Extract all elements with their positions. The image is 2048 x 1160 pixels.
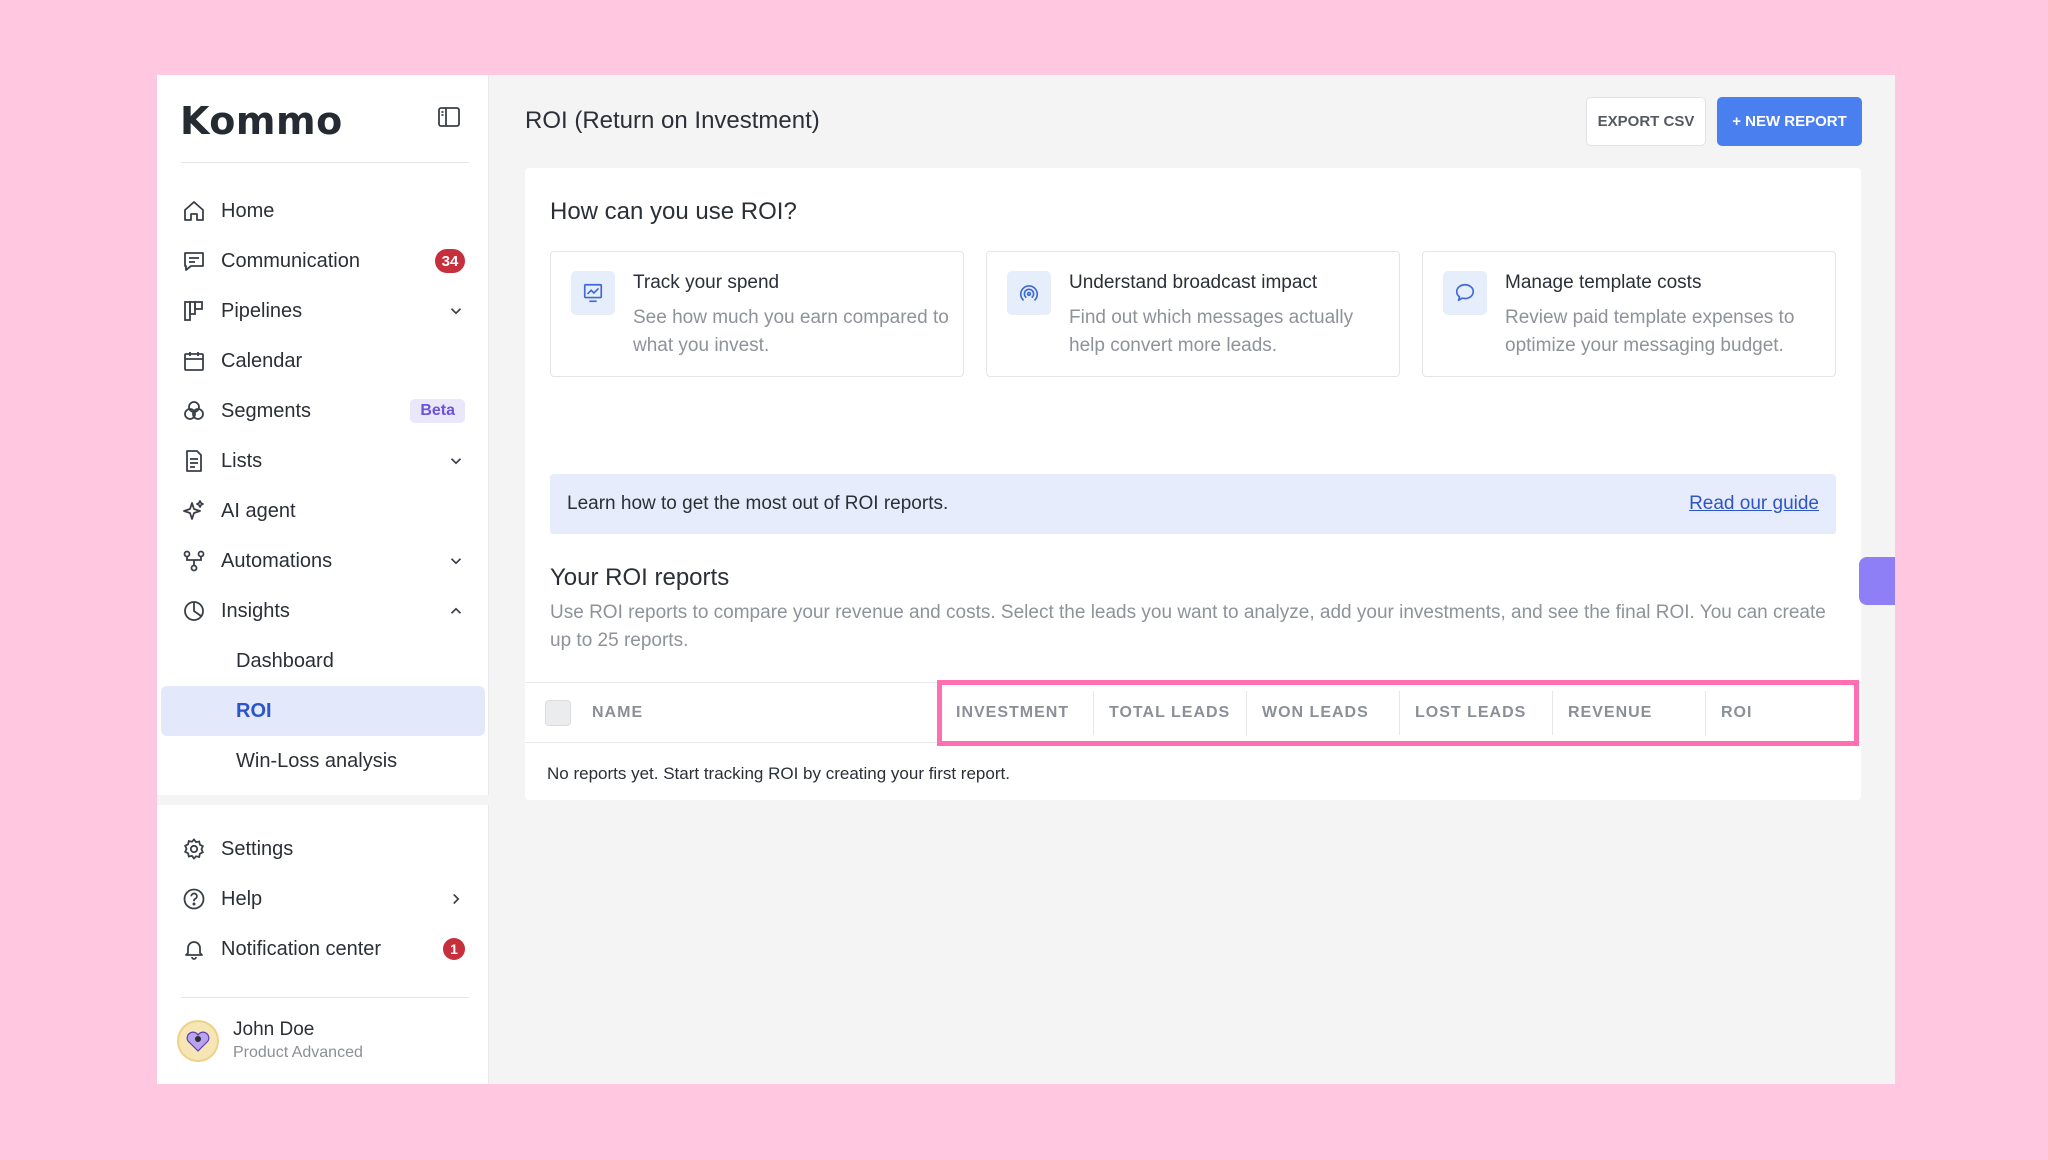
feature-card-track-spend: Track your spend See how much you earn c… xyxy=(550,251,964,377)
user-name: John Doe xyxy=(233,1019,315,1040)
read-guide-link[interactable]: Read our guide xyxy=(1689,493,1819,515)
help-icon xyxy=(181,886,207,912)
divider xyxy=(181,162,469,163)
side-widget-tab[interactable] xyxy=(1859,557,1895,605)
calendar-icon xyxy=(181,348,207,374)
divider xyxy=(181,997,469,998)
nav-subitem-dashboard[interactable]: Dashboard xyxy=(157,636,489,686)
select-all-checkbox[interactable] xyxy=(545,700,571,726)
nav-label: Settings xyxy=(221,837,294,860)
feature-description: Review paid template expenses to optimiz… xyxy=(1505,307,1795,356)
feature-card-template-costs: Manage template costs Review paid templa… xyxy=(1422,251,1836,377)
nav-label: Segments xyxy=(221,399,312,422)
chevron-down-icon[interactable] xyxy=(447,452,465,470)
collapse-sidebar-icon[interactable] xyxy=(437,105,461,129)
reports-title: Your ROI reports xyxy=(550,564,730,591)
avatar xyxy=(177,1019,219,1062)
insights-icon xyxy=(181,598,207,624)
metric-columns-highlight xyxy=(937,680,1859,746)
nav-label: Automations xyxy=(221,549,333,572)
nav-subitem-roi[interactable]: ROI xyxy=(161,686,485,736)
feature-card-broadcast-impact: Understand broadcast impact Find out whi… xyxy=(986,251,1400,377)
export-csv-button[interactable]: EXPORT CSV xyxy=(1586,97,1706,146)
lists-icon xyxy=(181,448,207,474)
feature-title: Manage template costs xyxy=(1505,272,1702,293)
main-content: ROI (Return on Investment) EXPORT CSV + … xyxy=(489,75,1895,1084)
intro-title: How can you use ROI? xyxy=(550,198,797,225)
nav-item-insights[interactable]: Insights xyxy=(157,586,489,636)
user-role: Product Advanced xyxy=(233,1044,363,1061)
nav-item-pipelines[interactable]: Pipelines xyxy=(157,286,489,336)
feature-description: See how much you earn compared to what y… xyxy=(633,307,949,356)
feature-title: Track your spend xyxy=(633,272,780,293)
chart-monitor-icon xyxy=(571,271,615,315)
gear-icon xyxy=(181,836,207,862)
pipelines-icon xyxy=(181,298,207,324)
nav-item-ai-agent[interactable]: AI agent xyxy=(157,486,489,536)
nav-label: Help xyxy=(221,887,263,910)
new-report-button[interactable]: + NEW REPORT xyxy=(1717,97,1862,146)
nav-item-home[interactable]: Home xyxy=(157,186,489,236)
nav-item-automations[interactable]: Automations xyxy=(157,536,489,586)
nav-label: AI agent xyxy=(221,499,296,522)
nav-item-calendar[interactable]: Calendar xyxy=(157,336,489,386)
bell-icon xyxy=(181,936,207,962)
chevron-up-icon[interactable] xyxy=(447,602,465,620)
chat-icon xyxy=(181,248,207,274)
broadcast-icon xyxy=(1007,271,1051,315)
chevron-right-icon[interactable] xyxy=(447,890,465,908)
user-profile[interactable]: John Doe Product Advanced xyxy=(177,1019,363,1062)
nav-item-notification-center[interactable]: Notification center 1 xyxy=(157,924,489,974)
notification-count-badge: 1 xyxy=(443,938,465,960)
sidebar: Kommo Home Communication 34 Pipelines Ca… xyxy=(157,75,489,1084)
feature-description: Find out which messages actually help co… xyxy=(1069,307,1354,356)
kommo-logo[interactable]: Kommo xyxy=(180,99,343,143)
nav-item-help[interactable]: Help xyxy=(157,874,489,924)
speech-bubble-icon xyxy=(1443,271,1487,315)
nav-item-lists[interactable]: Lists xyxy=(157,436,489,486)
beta-badge: Beta xyxy=(410,399,465,423)
chevron-down-icon[interactable] xyxy=(447,552,465,570)
nav-label: Lists xyxy=(221,449,263,472)
roi-intro-card: How can you use ROI? Track your spend Se… xyxy=(525,168,1861,575)
feature-title: Understand broadcast impact xyxy=(1069,272,1318,293)
guide-banner-text: Learn how to get the most out of ROI rep… xyxy=(567,493,949,514)
unread-count-badge: 34 xyxy=(435,249,465,273)
main-nav: Home Communication 34 Pipelines Calendar… xyxy=(157,186,489,786)
column-header-name[interactable]: NAME xyxy=(592,683,643,742)
guide-banner: Learn how to get the most out of ROI rep… xyxy=(550,474,1836,535)
bottom-nav: Settings Help Notification center 1 xyxy=(157,824,489,974)
segments-icon xyxy=(181,398,207,424)
reports-description: Use ROI reports to compare your revenue … xyxy=(550,602,1826,651)
nav-label: Communication xyxy=(221,249,360,272)
automations-icon xyxy=(181,548,207,574)
page-title: ROI (Return on Investment) xyxy=(525,107,820,134)
chevron-down-icon[interactable] xyxy=(447,302,465,320)
empty-state-text: No reports yet. Start tracking ROI by cr… xyxy=(547,764,1010,783)
nav-item-settings[interactable]: Settings xyxy=(157,824,489,874)
nav-label: Calendar xyxy=(221,349,303,372)
roi-reports-card: Your ROI reports Use ROI reports to comp… xyxy=(525,534,1861,800)
home-icon xyxy=(181,198,207,224)
nav-label: Home xyxy=(221,199,275,222)
nav-item-communication[interactable]: Communication 34 xyxy=(157,236,489,286)
app-window: Kommo Home Communication 34 Pipelines Ca… xyxy=(157,75,1895,1084)
nav-label: Pipelines xyxy=(221,299,303,322)
divider xyxy=(157,795,489,805)
nav-subitem-win-loss[interactable]: Win-Loss analysis xyxy=(157,736,489,786)
sparkle-icon xyxy=(181,498,207,524)
nav-item-segments[interactable]: Segments Beta xyxy=(157,386,489,436)
nav-label: Notification center xyxy=(221,937,382,960)
nav-label: Insights xyxy=(221,599,290,622)
